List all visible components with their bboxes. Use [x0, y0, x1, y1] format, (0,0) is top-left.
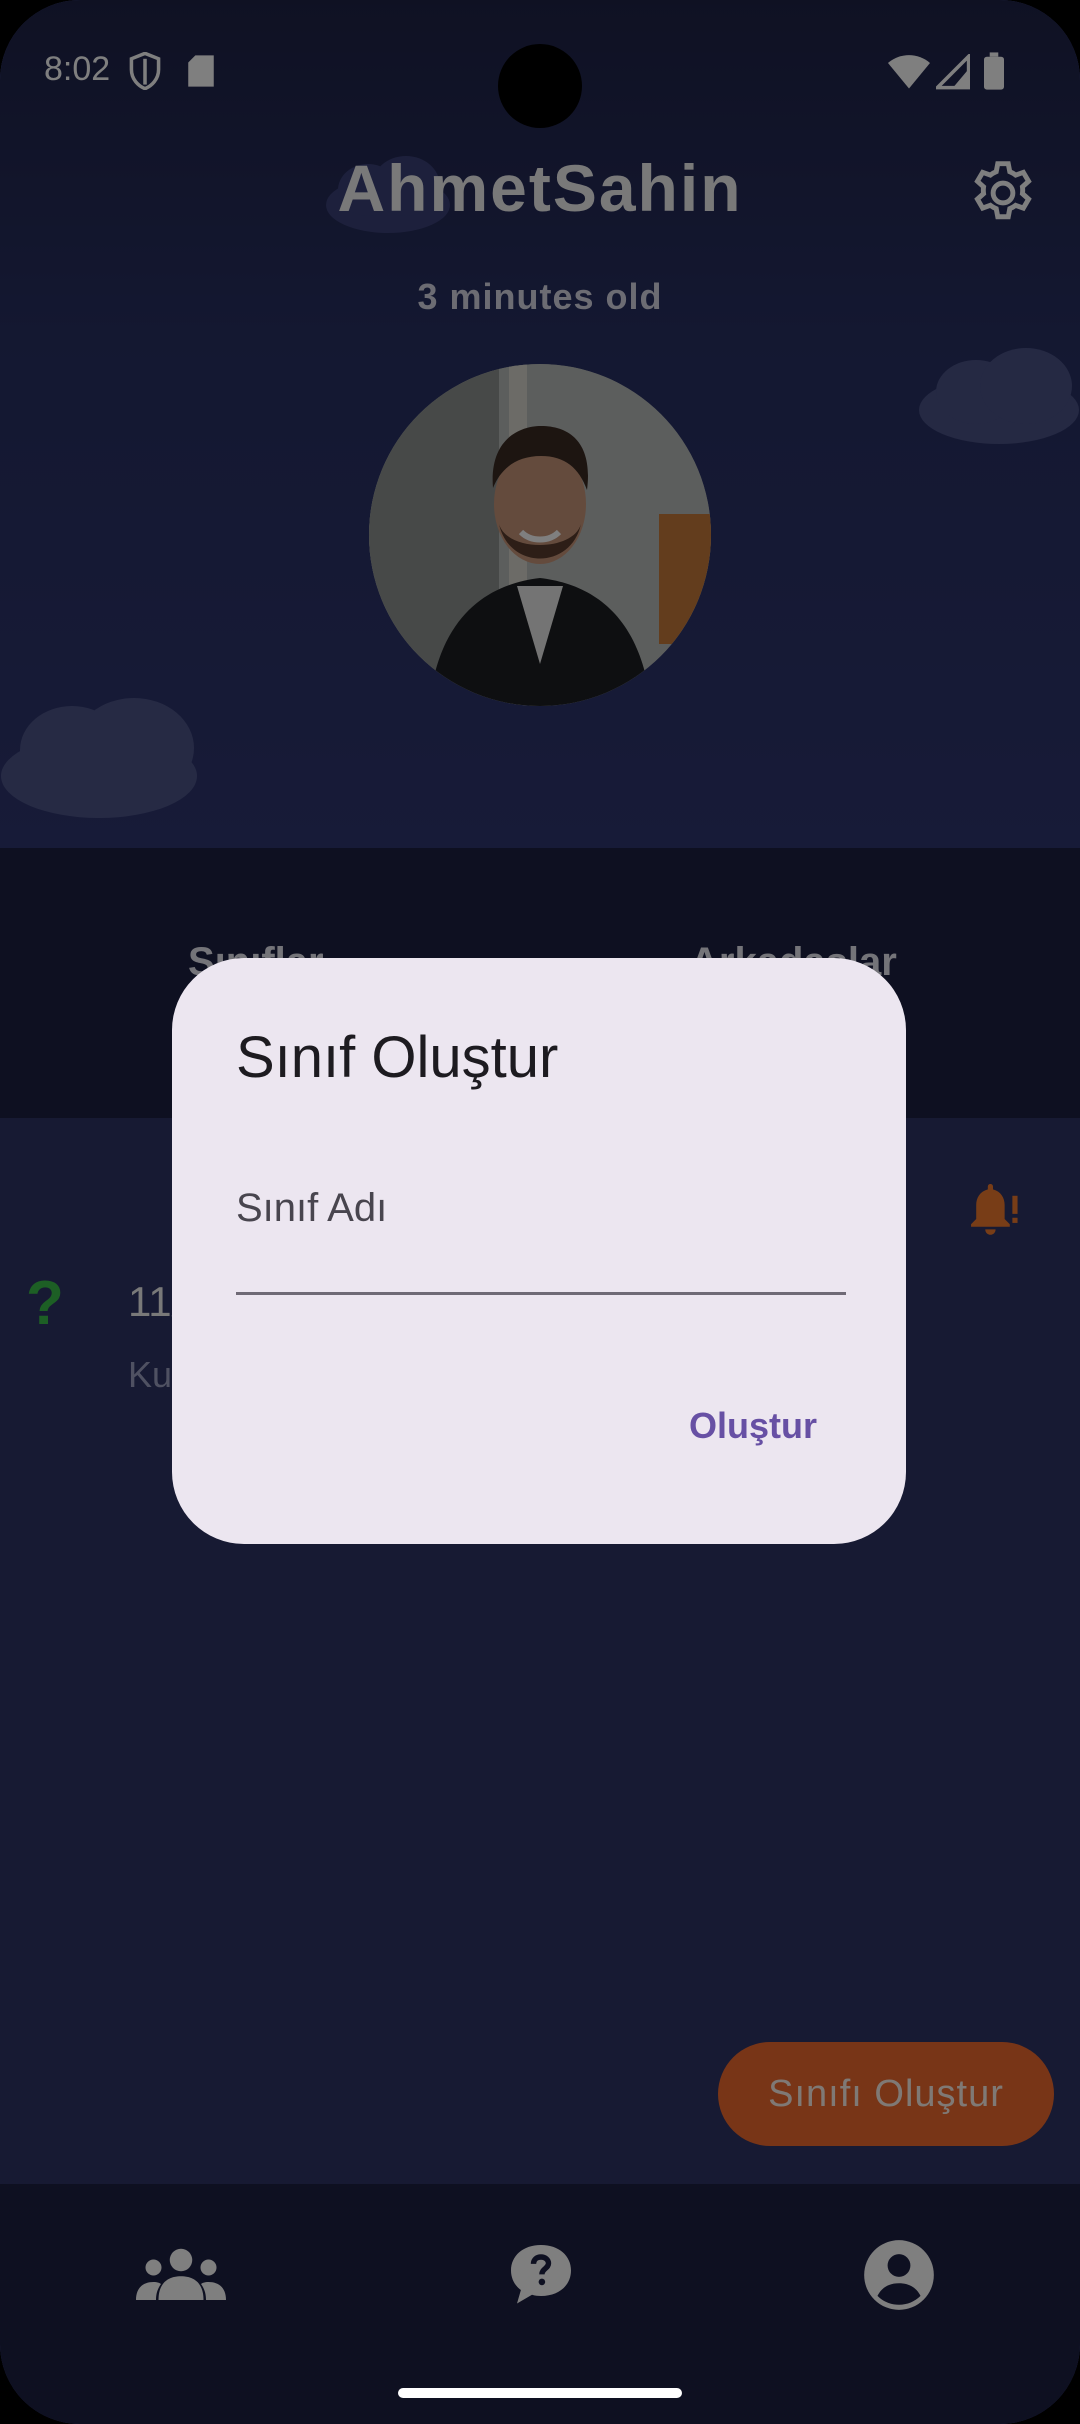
dialog-title: Sınıf Oluştur — [236, 1025, 559, 1090]
app-screen: 8:02 AhmetSahin — [0, 0, 1080, 2424]
create-button[interactable]: Oluştur — [668, 1386, 838, 1466]
create-class-dialog: Sınıf Oluştur Sınıf Adı Oluştur — [172, 958, 906, 1544]
home-indicator[interactable] — [398, 2388, 682, 2398]
class-name-field[interactable]: Sınıf Adı — [236, 1180, 846, 1295]
class-name-placeholder: Sınıf Adı — [236, 1186, 388, 1230]
